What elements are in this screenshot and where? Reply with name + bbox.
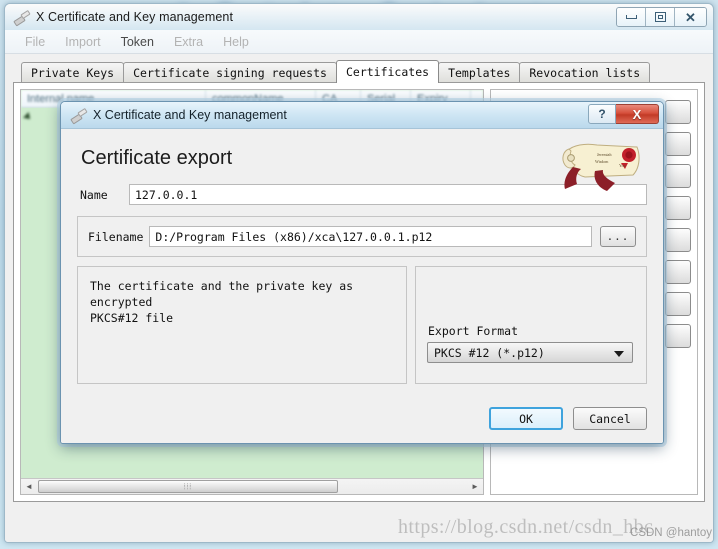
svg-text:You: You (619, 163, 626, 168)
cancel-button[interactable]: Cancel (573, 407, 647, 430)
export-description: The certificate and the private key as e… (77, 266, 407, 384)
minimize-icon (626, 15, 637, 19)
dialog-close-button[interactable]: X (616, 104, 659, 124)
name-label: Name (77, 188, 129, 202)
chevron-down-icon (614, 351, 624, 357)
window-controls: ✕ (616, 7, 707, 27)
tab-certificate-signing-requests[interactable]: Certificate signing requests (123, 62, 337, 83)
export-format-label: Export Format (428, 324, 518, 338)
export-format-group: Export Format PKCS #12 (*.p12) (415, 266, 647, 384)
status-bar: Database: F:/证书/CA.xdb Search (5, 542, 713, 543)
tree-expander-icon[interactable] (23, 112, 33, 122)
dialog-title: X Certificate and Key management (93, 108, 287, 122)
screen: X Certificate and Key management ✕ File … (0, 0, 718, 549)
dialog-body: Certificate export Jeremiah Wisdom You N… (61, 129, 663, 444)
export-format-value: PKCS #12 (*.p12) (434, 346, 545, 360)
certificate-export-dialog: X Certificate and Key management ? X Cer… (60, 101, 664, 444)
filename-input[interactable] (149, 226, 592, 247)
tab-bar: Private Keys Certificate signing request… (21, 60, 705, 83)
minimize-button[interactable] (617, 8, 646, 26)
title-bar[interactable]: X Certificate and Key management ✕ (5, 4, 713, 30)
maximize-button[interactable] (646, 8, 675, 26)
certificate-scroll-ribbon-icon: Jeremiah Wisdom You (555, 137, 647, 193)
menu-bar: File Import Token Extra Help (5, 30, 713, 54)
ok-button[interactable]: OK (489, 407, 563, 430)
tab-revocation-lists[interactable]: Revocation lists (519, 62, 650, 83)
tab-private-keys[interactable]: Private Keys (21, 62, 124, 83)
scroll-right-icon[interactable]: ► (467, 482, 483, 491)
tab-templates[interactable]: Templates (438, 62, 520, 83)
dialog-title-bar[interactable]: X Certificate and Key management ? X (61, 102, 663, 129)
horizontal-scrollbar[interactable]: ◄ ⦙⦙⦙ ► (21, 478, 483, 494)
svg-text:Jeremiah: Jeremiah (597, 152, 611, 157)
menu-item-import[interactable]: Import (55, 33, 110, 51)
scroll-left-icon[interactable]: ◄ (21, 482, 37, 491)
menu-item-help[interactable]: Help (213, 33, 259, 51)
key-icon (13, 9, 29, 25)
key-icon (70, 107, 86, 123)
tab-certificates[interactable]: Certificates (336, 60, 439, 83)
dialog-window-controls: ? X (588, 104, 659, 124)
filename-group: Filename ... (77, 216, 647, 257)
filename-row: Filename ... (88, 226, 636, 247)
dialog-footer: OK Cancel (489, 407, 647, 430)
scrollbar-thumb[interactable]: ⦙⦙⦙ (38, 480, 338, 493)
maximize-icon (655, 12, 666, 22)
menu-item-extra[interactable]: Extra (164, 33, 213, 51)
browse-button[interactable]: ... (600, 226, 636, 247)
close-icon: ✕ (685, 11, 696, 24)
help-button[interactable]: ? (588, 104, 616, 124)
description-format-row: The certificate and the private key as e… (77, 266, 647, 384)
close-button[interactable]: ✕ (675, 8, 706, 26)
menu-item-file[interactable]: File (15, 33, 55, 51)
menu-item-token[interactable]: Token (111, 33, 164, 51)
window-title: X Certificate and Key management (36, 10, 233, 24)
svg-text:Wisdom: Wisdom (595, 159, 609, 164)
export-format-select[interactable]: PKCS #12 (*.p12) (427, 342, 633, 363)
filename-label: Filename (88, 230, 143, 244)
